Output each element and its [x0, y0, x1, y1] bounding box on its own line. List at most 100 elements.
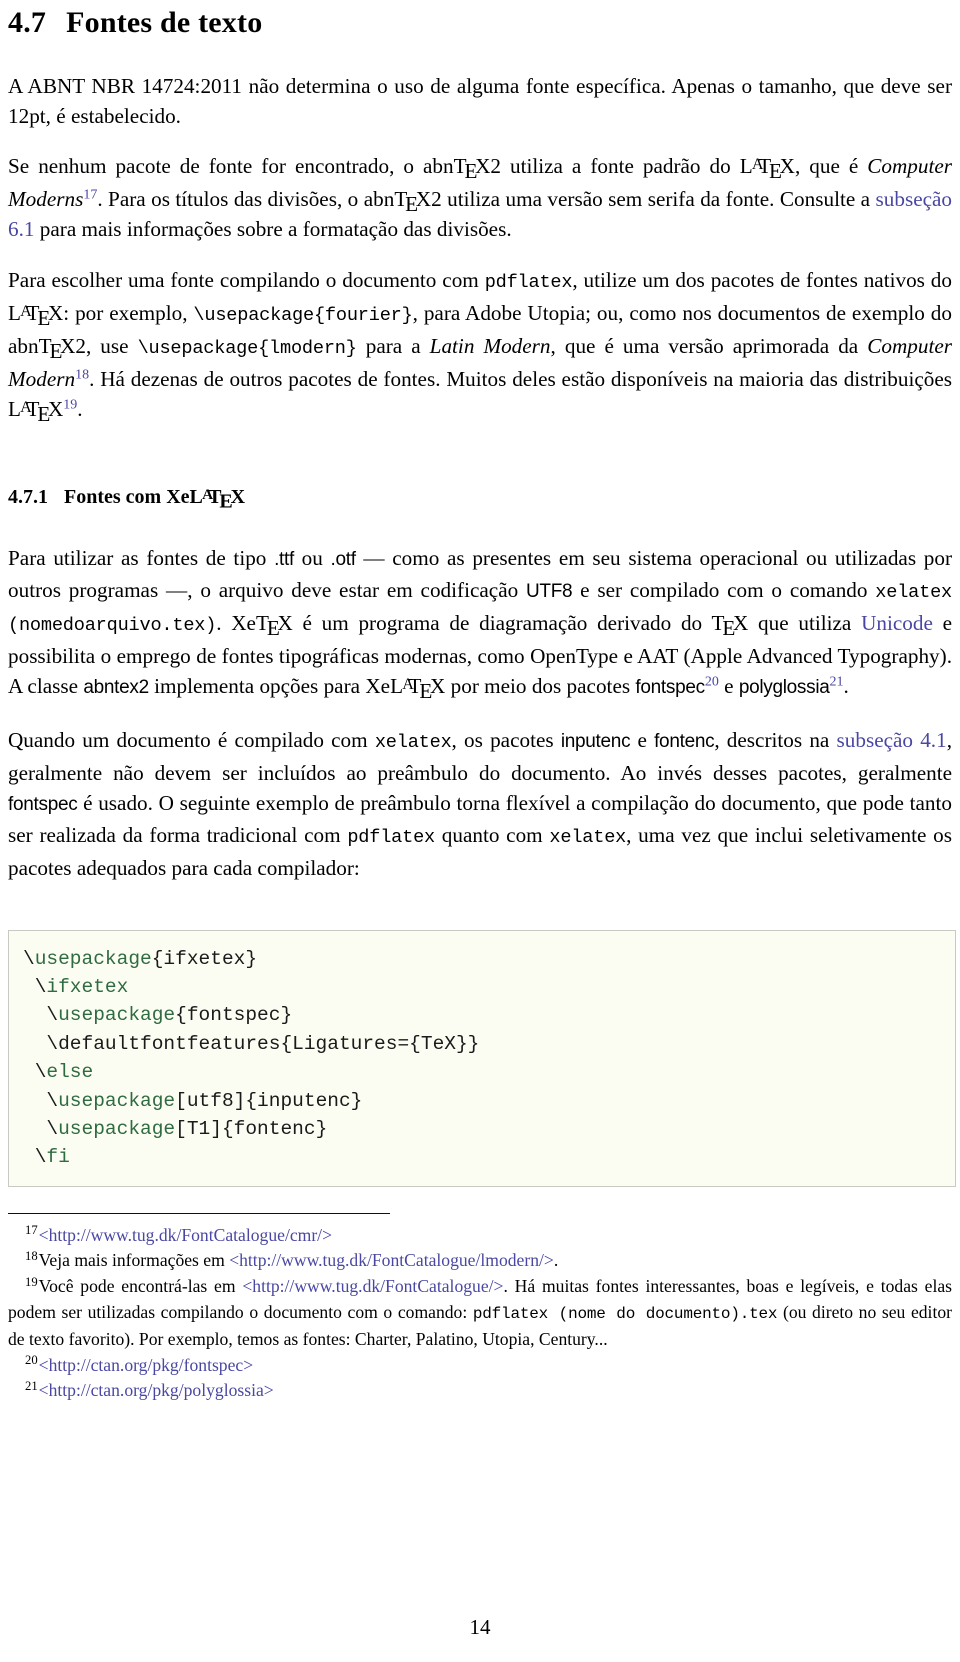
code-line: \else: [23, 1061, 94, 1084]
code-inline-pdflatex-2: pdflatex: [347, 827, 435, 849]
subsection-title: 4.7.1 Fontes com XeLATEX: [8, 485, 952, 513]
footnote-url[interactable]: <http://ctan.org/pkg/polyglossia>: [39, 1380, 274, 1400]
code-line: \usepackage{ifxetex}: [23, 948, 257, 970]
p4-text-1: Para utilizar as fontes de tipo: [8, 545, 275, 570]
code-line: \defaultfontfeatures{Ligatures={TeX}}: [23, 1033, 479, 1055]
code-keyword: usepackage: [34, 947, 152, 970]
footnote-url[interactable]: <http://www.tug.dk/FontCatalogue/>: [242, 1276, 503, 1296]
p4-text-11: e: [718, 674, 739, 699]
p3-text-3: : por exemplo,: [63, 300, 194, 325]
code-text: \: [23, 1004, 59, 1027]
xelatex-logo: LATEX: [390, 674, 446, 704]
p2-text-1: Se nenhum pacote de fonte for encontrado…: [8, 153, 454, 178]
p4-text-2: ou: [294, 545, 331, 570]
footnote-url[interactable]: <http://www.tug.dk/FontCatalogue/cmr/>: [39, 1225, 332, 1245]
class-abntex2: abntex2: [83, 677, 149, 699]
package-polyglossia: polyglossia: [738, 677, 830, 699]
p4-text-12: .: [843, 674, 849, 699]
code-text: \defaultfontfeatures{Ligatures={TeX}}: [23, 1032, 480, 1055]
code-keyword: else: [46, 1061, 94, 1084]
subsection-number: 4.7.1: [8, 485, 48, 508]
code-text: \: [23, 1118, 59, 1140]
package-fontenc: fontenc: [654, 730, 715, 752]
p3-text-6: para a: [356, 333, 430, 358]
code-block-preamble-example: \usepackage{ifxetex} \ifxetex \usepackag…: [8, 929, 956, 1187]
code-text: \: [23, 1146, 47, 1169]
footnote-item: 17<http://www.tug.dk/FontCatalogue/cmr/>: [8, 1223, 952, 1249]
code-inline-usepackage-lmodern: \usepackage{lmodern}: [137, 337, 357, 359]
footnote-ref-17[interactable]: 17: [83, 188, 97, 203]
footnote-marker: 20: [25, 1353, 38, 1368]
tex-logo: TEX: [394, 187, 432, 216]
footnote-ref-21[interactable]: 21: [830, 675, 844, 690]
paragraph-5: Quando um documento é compilado com xela…: [8, 725, 952, 884]
p3-text-7: , que é uma versão aprimorada da: [550, 333, 868, 358]
footnote-url[interactable]: <http://www.tug.dk/FontCatalogue/lmodern…: [229, 1250, 554, 1270]
code-text: {ifxetex}: [151, 947, 258, 970]
p2-text-2: 2 utiliza a fonte padrão do: [490, 153, 740, 178]
footnote-marker: 19: [25, 1274, 38, 1289]
p4-text-9: implementa opções para Xe: [148, 674, 391, 699]
p3-text-8: . Há dezenas de outros pacotes de fontes…: [89, 367, 952, 392]
paragraph-1: A ABNT NBR 14724:2011 não determina o us…: [8, 71, 952, 131]
package-inputenc: inputenc: [560, 730, 631, 752]
document-page: 4.7 Fontes de texto A ABNT NBR 14724:2011…: [0, 6, 960, 1662]
latex-logo: LATEX: [739, 153, 795, 183]
xelatex-logo: LATEX: [189, 485, 246, 513]
p4-text-6: é um programa de diagramação derivado do: [292, 610, 712, 635]
tex-logo: TEX: [453, 153, 491, 183]
p5-text-3: e: [630, 727, 655, 752]
cross-reference-link-subsecao-4-1[interactable]: subseção 4.1: [837, 728, 947, 752]
footnote-ref-18[interactable]: 18: [75, 368, 89, 383]
p4-text-10: por meio dos pacotes: [445, 674, 636, 699]
code-text: \: [23, 947, 35, 970]
code-text: [utf8]{inputenc}: [175, 1089, 363, 1112]
p5-text-4: , descritos na: [714, 727, 837, 752]
tex-logo: TEX: [38, 333, 76, 363]
footnote-marker: 17: [25, 1223, 38, 1238]
footnote-item: 20<http://ctan.org/pkg/fontspec>: [8, 1353, 952, 1379]
footnote-text: Veja mais informações em: [38, 1250, 230, 1271]
code-inline-usepackage-fourier: \usepackage{fourier}: [193, 304, 413, 326]
code-text: {fontspec}: [175, 1004, 293, 1027]
paragraph-3: Para escolher uma fonte compilando o doc…: [8, 265, 952, 428]
link-unicode[interactable]: Unicode: [861, 611, 933, 635]
footnote-item: 21<http://ctan.org/pkg/polyglossia>: [8, 1378, 952, 1404]
section-number: 4.7: [8, 6, 47, 39]
subsection-title-text: Fontes com Xe: [64, 485, 190, 508]
footnote-marker: 21: [25, 1379, 38, 1394]
code-keyword: usepackage: [58, 1004, 176, 1027]
p4-text-4: e ser compilado com o comando: [572, 577, 876, 602]
code-inline-xelatex: xelatex: [374, 731, 452, 753]
page-title: 4.7 Fontes de texto: [8, 6, 952, 41]
latex-logo: LATEX: [8, 397, 64, 427]
footnote-ref-20[interactable]: 20: [705, 675, 719, 690]
p2-text-7: para mais informações sobre a formatação…: [34, 217, 512, 242]
paragraph-2: Se nenhum pacote de fonte for encontrado…: [8, 151, 952, 245]
footnote-ref-19[interactable]: 19: [63, 398, 77, 413]
code-line: \ifxetex: [23, 975, 129, 998]
code-keyword: usepackage: [58, 1118, 176, 1140]
p5-text-2: , os pacotes: [451, 727, 561, 752]
code-keyword: ifxetex: [46, 975, 129, 998]
code-text: \: [23, 1061, 47, 1084]
code-inline-pdflatex: pdflatex: [484, 271, 573, 293]
footnote-text: .: [553, 1250, 559, 1271]
footnote-marker: 18: [25, 1249, 38, 1264]
code-line: \usepackage[utf8]{inputenc}: [23, 1090, 362, 1112]
encoding-utf8: UTF8: [526, 580, 573, 602]
code-line: \fi: [23, 1146, 70, 1168]
footnote-url[interactable]: <http://ctan.org/pkg/fontspec>: [39, 1355, 253, 1375]
tex-logo: TEX: [711, 610, 749, 640]
p5-text-1: Quando um documento é compilado com: [8, 727, 375, 752]
filetype-otf: .otf: [330, 548, 357, 570]
footnotes-area: 17<http://www.tug.dk/FontCatalogue/cmr/>…: [8, 1223, 952, 1404]
page-number: 14: [469, 1615, 491, 1639]
